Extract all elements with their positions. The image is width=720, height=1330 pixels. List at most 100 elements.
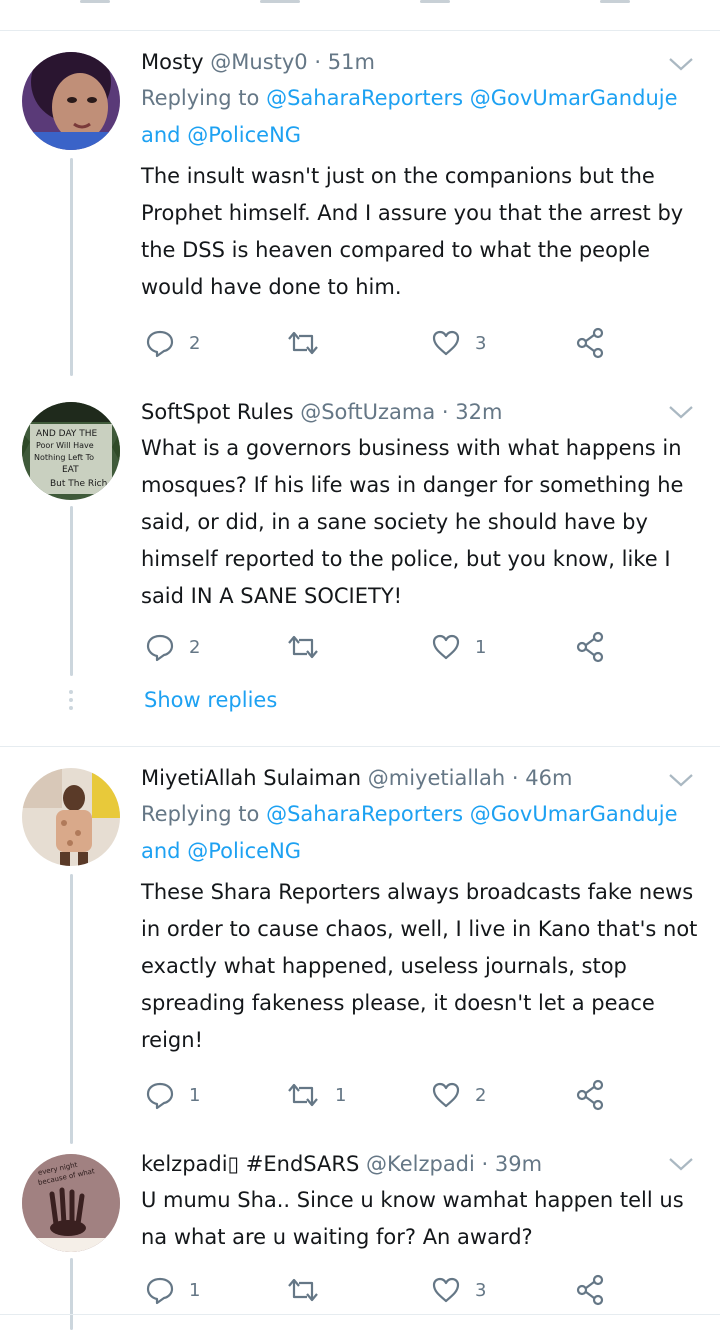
- tweet-actions: 2 3: [141, 325, 621, 361]
- avatar-text: Poor Will Have: [36, 441, 94, 450]
- divider: [0, 1314, 720, 1315]
- display-name[interactable]: MiyetiAllah Sulaiman: [141, 766, 361, 790]
- like-icon: [432, 1277, 460, 1303]
- retweet-count: 1: [335, 1084, 347, 1106]
- mention-link[interactable]: @SaharaReporters: [266, 86, 463, 110]
- like-button[interactable]: 3: [431, 325, 486, 361]
- reply-count: 1: [189, 1084, 201, 1106]
- mention-link[interactable]: @PoliceNG: [187, 839, 301, 863]
- share-icon: [576, 327, 604, 359]
- retweet-icon: [288, 1278, 318, 1302]
- timestamp[interactable]: 32m: [455, 400, 502, 424]
- tweet[interactable]: Mosty @Musty0 · 51m Replying to @SaharaR…: [141, 44, 701, 306]
- tweet[interactable]: SoftSpot Rules @SoftUzama · 32m What is …: [141, 394, 701, 615]
- divider: [0, 746, 720, 747]
- share-icon: [576, 1274, 604, 1306]
- reply-icon: [146, 1277, 174, 1305]
- replying-to: Replying to @SaharaReporters @GovUmarGan…: [141, 796, 701, 870]
- avatar-text: EAT: [62, 465, 79, 475]
- reply-button[interactable]: 1: [145, 1077, 200, 1113]
- retweet-button[interactable]: [285, 629, 335, 665]
- avatar[interactable]: every night because of what: [22, 1154, 120, 1252]
- user-handle[interactable]: @Musty0: [210, 50, 307, 74]
- reply-icon: [146, 634, 174, 662]
- share-icon: [576, 631, 604, 663]
- reply-icon: [146, 1082, 174, 1110]
- mention-link[interactable]: @GovUmarGanduje: [470, 86, 678, 110]
- chevron-down-icon[interactable]: [668, 56, 694, 72]
- tweet-header: SoftSpot Rules @SoftUzama · 32m: [141, 394, 701, 430]
- replying-to: Replying to @SaharaReporters @GovUmarGan…: [141, 80, 701, 154]
- user-handle[interactable]: @Kelzpadi: [366, 1152, 475, 1176]
- timestamp[interactable]: 46m: [525, 766, 572, 790]
- replying-to-label: Replying to: [141, 86, 260, 110]
- tweet[interactable]: kelzpadi▯ #EndSARS @Kelzpadi · 39m U mum…: [141, 1146, 701, 1256]
- user-handle[interactable]: @SoftUzama: [300, 400, 435, 424]
- tweet-header: kelzpadi▯ #EndSARS @Kelzpadi · 39m: [141, 1146, 701, 1182]
- previous-tweet-strip: [0, 0, 720, 31]
- chevron-down-icon[interactable]: [668, 772, 694, 788]
- display-name[interactable]: kelzpadi▯ #EndSARS: [141, 1152, 359, 1176]
- separator-dot: ·: [314, 50, 322, 74]
- avatar[interactable]: [22, 52, 120, 150]
- mention-link[interactable]: @SaharaReporters: [266, 802, 463, 826]
- like-button[interactable]: 3: [431, 1272, 486, 1308]
- retweet-button[interactable]: 1: [285, 1077, 346, 1113]
- tweet-actions: 1 1 2: [141, 1077, 621, 1113]
- reply-button[interactable]: 2: [145, 325, 200, 361]
- and-label: and: [141, 123, 181, 147]
- thread-line: [70, 1258, 73, 1330]
- thread-dots: [68, 690, 74, 714]
- share-button[interactable]: [575, 1272, 607, 1308]
- reply-count: 2: [189, 332, 201, 354]
- tweet-text: What is a governors business with what h…: [141, 436, 684, 608]
- like-icon: [432, 634, 460, 660]
- avatar-text: Nothing Left To: [34, 453, 94, 462]
- mention-link[interactable]: @PoliceNG: [187, 123, 301, 147]
- timestamp[interactable]: 51m: [328, 50, 375, 74]
- like-count: 3: [475, 332, 487, 354]
- avatar-text: AND DAY THE: [36, 429, 98, 439]
- chevron-down-icon[interactable]: [668, 1156, 694, 1172]
- retweet-button[interactable]: [285, 325, 335, 361]
- and-label: and: [141, 839, 181, 863]
- share-icon: [576, 1079, 604, 1111]
- reply-button[interactable]: 2: [145, 629, 200, 665]
- thread-line: [70, 506, 73, 676]
- retweet-icon: [288, 1083, 318, 1107]
- reply-count: 2: [189, 636, 201, 658]
- retweet-button[interactable]: [285, 1272, 335, 1308]
- user-handle[interactable]: @miyetiallah: [368, 766, 505, 790]
- share-button[interactable]: [575, 1077, 607, 1113]
- show-replies-link[interactable]: Show replies: [144, 688, 277, 712]
- avatar[interactable]: AND DAY THE Poor Will Have Nothing Left …: [22, 402, 120, 500]
- tweet-text: U mumu Sha.. Since u know wamhat happen …: [141, 1188, 684, 1249]
- like-button[interactable]: 1: [431, 629, 486, 665]
- share-button[interactable]: [575, 325, 607, 361]
- display-name[interactable]: SoftSpot Rules: [141, 400, 294, 424]
- like-icon: [432, 1082, 460, 1108]
- separator-dot: ·: [441, 400, 449, 424]
- separator-dot: ·: [511, 766, 519, 790]
- thread-line: [70, 874, 73, 1144]
- like-count: 1: [475, 636, 487, 658]
- chevron-down-icon[interactable]: [668, 404, 694, 420]
- avatar[interactable]: [22, 768, 120, 866]
- like-icon: [432, 330, 460, 356]
- reply-count: 1: [189, 1279, 201, 1301]
- tweet-actions: 2 1: [141, 629, 621, 665]
- avatar-text: But The Rich: [50, 479, 107, 489]
- tweet[interactable]: MiyetiAllah Sulaiman @miyetiallah · 46m …: [141, 760, 701, 1059]
- tweet-actions: 1 3: [141, 1272, 621, 1308]
- display-name[interactable]: Mosty: [141, 50, 204, 74]
- mention-link[interactable]: @GovUmarGanduje: [470, 802, 678, 826]
- share-button[interactable]: [575, 629, 607, 665]
- retweet-icon: [288, 635, 318, 659]
- like-button[interactable]: 2: [431, 1077, 486, 1113]
- separator-dot: ·: [481, 1152, 489, 1176]
- tweet-text: These Shara Reporters always broadcasts …: [141, 880, 698, 1052]
- reply-icon: [146, 330, 174, 358]
- like-count: 3: [475, 1279, 487, 1301]
- timestamp[interactable]: 39m: [495, 1152, 542, 1176]
- reply-button[interactable]: 1: [145, 1272, 200, 1308]
